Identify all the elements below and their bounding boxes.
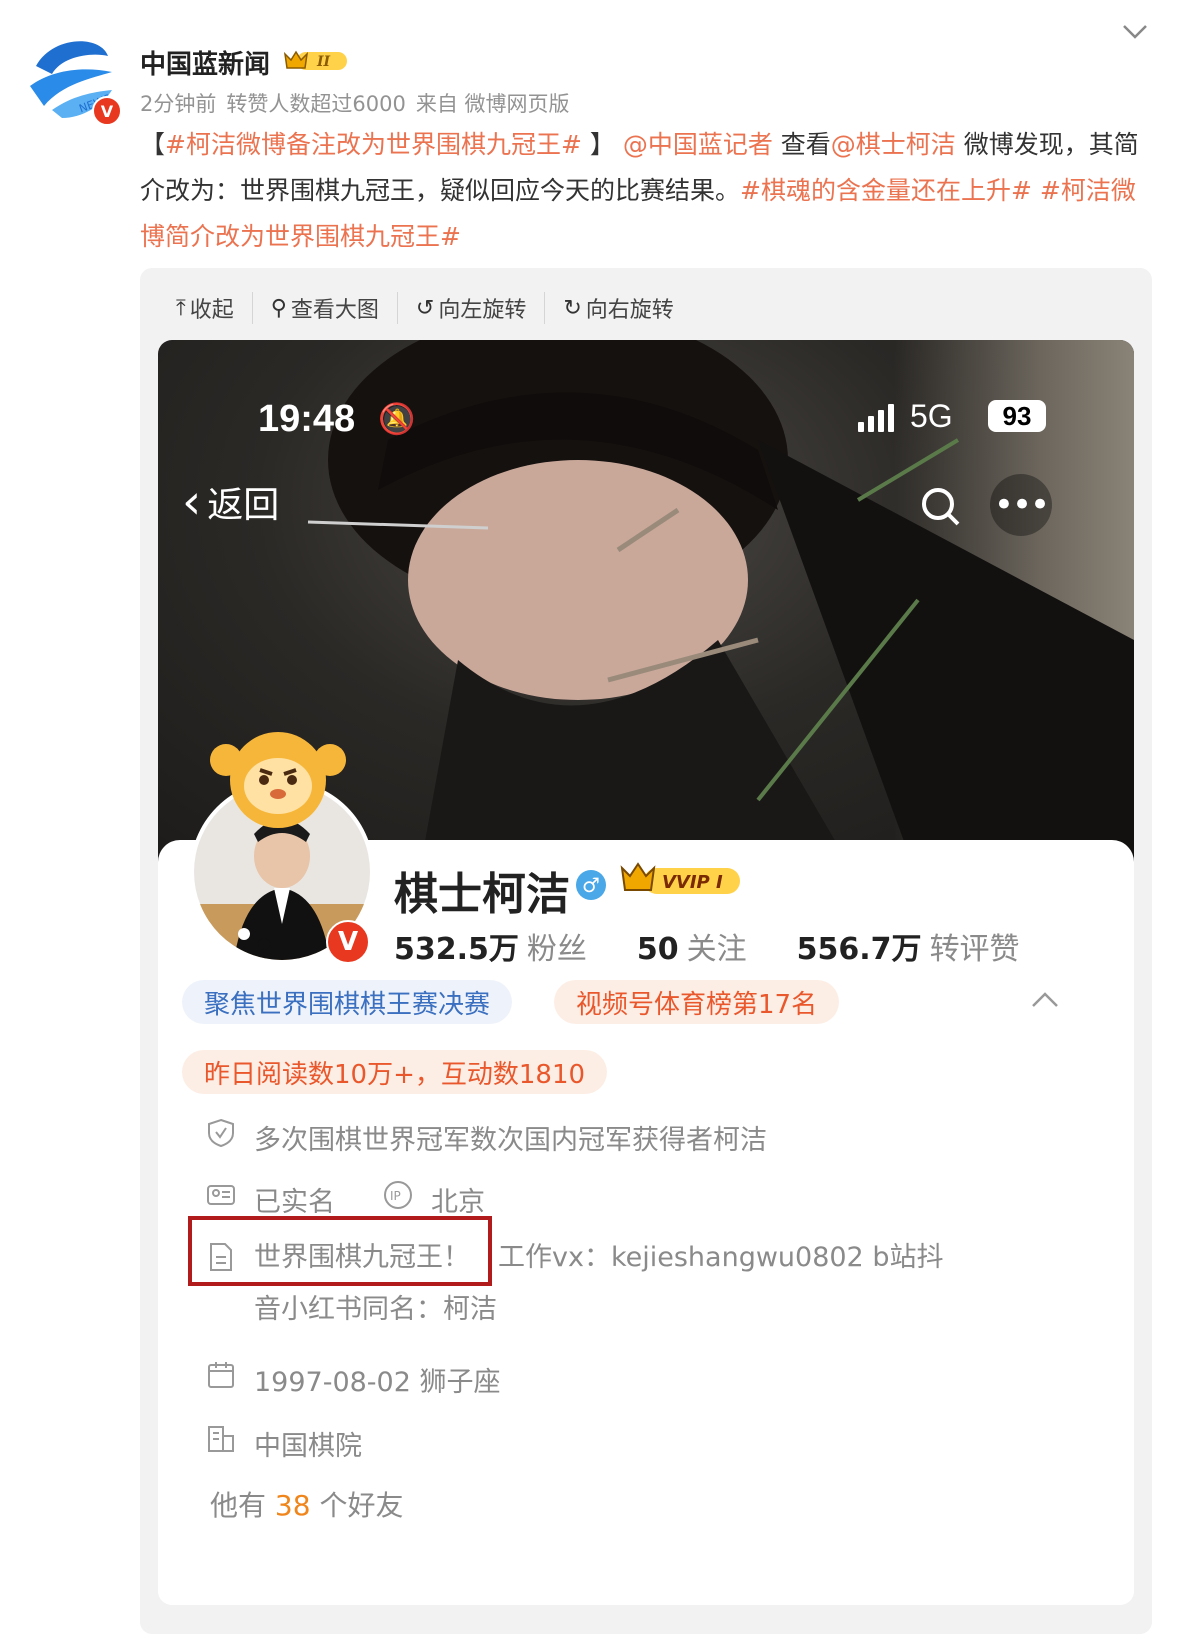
org-row: 中国棋院 [206, 1424, 362, 1463]
image-toolbar: ⤒ 收起 ⚲ 查看大图 ↺ 向左旋转 ↻ 向右旋转 [176, 292, 710, 324]
tag-chip[interactable]: 聚焦世界围棋棋王赛决赛 [182, 980, 513, 1024]
id-card-icon [207, 1185, 235, 1205]
realname-row: 已实名 IP 北京 [206, 1180, 485, 1219]
shield-check-icon [208, 1118, 234, 1148]
rotate-right-icon: ↻ [563, 295, 582, 321]
more-icon[interactable]: ••• [990, 474, 1052, 536]
vvip-badge[interactable]: VVIP I [620, 860, 744, 900]
rotate-right-button[interactable]: ↻ 向右旋转 [563, 292, 691, 324]
view-large-button[interactable]: ⚲ 查看大图 [271, 292, 398, 324]
calendar-icon [208, 1362, 234, 1388]
back-button[interactable]: ‹ 返回 [182, 476, 279, 528]
post-time[interactable]: 2分钟前 [140, 92, 216, 116]
chevron-left-icon: ‹ [182, 474, 202, 530]
ip-location-icon: IP [384, 1181, 412, 1209]
post-repost-count: 转赞人数超过6000 [226, 92, 406, 116]
verification-row: 多次围棋世界冠军数次国内冠军获得者柯洁 [206, 1118, 767, 1157]
male-gender-icon: ♂ [576, 870, 606, 900]
likes-stat[interactable]: 556.7万 转评赞 [797, 924, 1020, 968]
collapse-button[interactable]: ⤒ 收起 [176, 292, 253, 324]
chevron-down-icon[interactable] [1120, 20, 1150, 44]
topic-link[interactable]: #柯洁微博备注改为世界围棋九冠王# [165, 130, 582, 159]
svg-text:II: II [316, 54, 331, 70]
chevron-up-icon[interactable] [1030, 990, 1060, 1010]
rotate-left-button[interactable]: ↺ 向左旋转 [415, 292, 546, 324]
embedded-screenshot[interactable]: 19:48 🔕 5G 93 ‹ 返回 ••• V 棋士柯洁 ♂ VVIP I 5… [158, 340, 1134, 1605]
svg-text:IP: IP [390, 1189, 401, 1203]
highlight-annotation-box [188, 1216, 492, 1286]
lion-avatar-frame-icon [210, 732, 346, 828]
arrow-up-icon: ⤒ [176, 295, 186, 321]
rotate-left-icon: ↺ [415, 295, 435, 321]
post-text: 【#柯洁微博备注改为世界围棋九冠王# 】 @中国蓝记者 查看@棋士柯洁 微博发现… [140, 130, 1139, 251]
signal-icon [858, 402, 894, 432]
post-meta: 2分钟前 转赞人数超过6000 来自 微博网页版 [140, 88, 580, 118]
profile-stats: 532.5万 粉丝 50 关注 556.7万 转评赞 [394, 924, 1020, 968]
status-time: 19:48 [258, 398, 356, 440]
verified-badge-icon: V [92, 96, 122, 126]
post-source: 来自 微博网页版 [415, 92, 570, 116]
crown-icon [620, 862, 656, 891]
author-name[interactable]: 中国蓝新闻 [140, 44, 270, 81]
search-icon[interactable] [920, 486, 962, 528]
network-type: 5G [910, 398, 953, 434]
following-stat[interactable]: 50 关注 [637, 924, 747, 968]
friends-count[interactable]: 他有 38 个好友 [210, 1484, 403, 1524]
profile-name: 棋士柯洁 [394, 869, 570, 920]
svg-text:VVIP I: VVIP I [662, 872, 723, 893]
verified-badge-icon: V [326, 920, 370, 964]
search-icon: ⚲ [270, 295, 287, 321]
followers-stat[interactable]: 532.5万 粉丝 [394, 924, 587, 968]
building-icon [208, 1426, 234, 1452]
birthday-row: 1997-08-02 狮子座 [206, 1360, 501, 1399]
topic-link[interactable]: #棋魂的含金量还在上升# [740, 176, 1032, 205]
tag-chip[interactable]: 视频号体育榜第17名 [554, 980, 840, 1024]
tag-chip[interactable]: 昨日阅读数10万+，互动数1810 [182, 1050, 608, 1094]
level-badge: II [283, 48, 353, 74]
battery-indicator: 93 [988, 400, 1046, 432]
mention-link[interactable]: @棋士柯洁 [831, 130, 956, 159]
bell-off-icon: 🔕 [378, 402, 416, 437]
mention-link[interactable]: @中国蓝记者 [623, 130, 773, 159]
